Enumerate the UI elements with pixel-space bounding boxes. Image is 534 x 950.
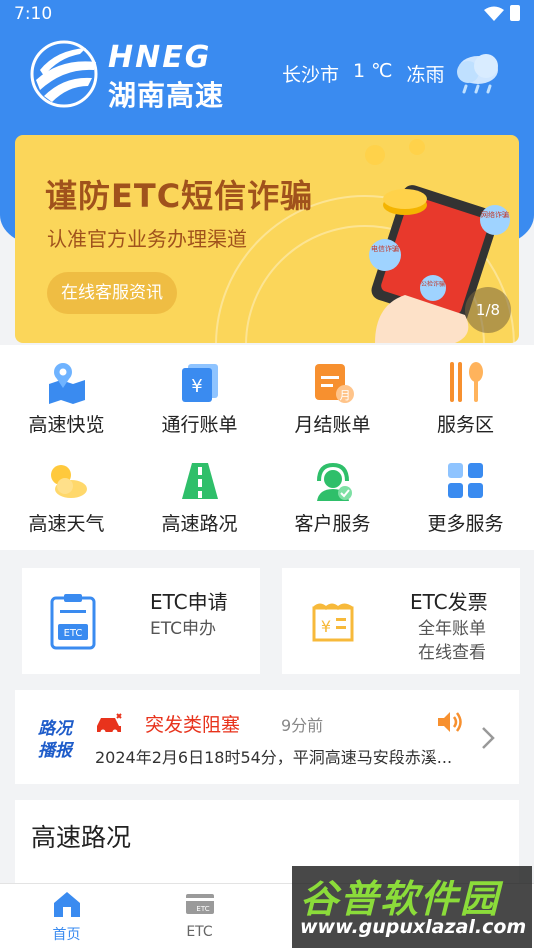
service-toll-bill[interactable]: ¥ 通行账单 (133, 350, 266, 440)
sleet-cloud-icon (457, 54, 498, 94)
chevron-right-icon[interactable] (481, 726, 495, 750)
service-label: 高速天气 (28, 513, 105, 535)
road-report-badge-line1: 路况 (38, 719, 75, 739)
tab-etc[interactable]: ETC ETC (133, 884, 266, 950)
art-label-telecom: 电信诈骗 (371, 244, 399, 253)
etc-invoice-card[interactable]: ¥ ETC发票 全年账单 在线查看 (282, 568, 520, 674)
section-title: 高速路况 (31, 823, 132, 852)
weather-city: 长沙市 (282, 64, 340, 86)
hneg-logo-icon (30, 40, 98, 108)
tab-label: 首页 (52, 927, 81, 943)
service-label: 客户服务 (294, 513, 371, 535)
monthly-bill-icon: 月 (315, 364, 354, 403)
svg-text:ETC: ETC (196, 905, 209, 913)
watermark-url: www.gupuxlazal.com (300, 916, 527, 938)
road-icon (182, 463, 218, 499)
promo-banner[interactable]: 谨防ETC短信诈骗 认准官方业务办理渠道 在线客服资讯 电信诈骗 网络诈骗 公检… (15, 135, 519, 343)
weather-info[interactable]: 长沙市 1 ℃ 冻雨 (282, 60, 445, 87)
etc-invoice-sub-1: 全年账单 (418, 619, 486, 639)
sun-cloud-icon (51, 465, 87, 498)
incident-time-ago: 9分前 (281, 716, 324, 735)
brand-name-en: HNEG (108, 40, 212, 75)
service-service-area[interactable]: 服务区 (399, 350, 532, 440)
tab-home[interactable]: 首页 (0, 884, 133, 950)
service-road-conditions[interactable]: 高速路况 (133, 449, 266, 539)
headset-icon (317, 462, 352, 501)
service-highway-overview[interactable]: 高速快览 (0, 350, 133, 440)
banner-title: 谨防ETC短信诈骗 (45, 177, 314, 215)
road-report-badge: 路况 播报 (38, 719, 75, 760)
map-pin-icon (49, 363, 85, 404)
etc-invoice-sub-2: 在线查看 (418, 643, 486, 663)
yuan-bill-icon: ¥ (182, 364, 218, 402)
service-label: 高速快览 (28, 414, 105, 436)
etc-invoice-title: ETC发票 (410, 590, 488, 614)
etc-document-icon: ETC (50, 594, 96, 650)
incident-text: 2024年2月6日18时54分，平洞高速马安段赤溪... (95, 748, 453, 767)
weather-condition: 冻雨 (406, 64, 445, 86)
art-label-network: 网络诈骗 (481, 210, 509, 219)
incident-type: 突发类阻塞 (145, 714, 241, 736)
banner-pager: 1/8 (465, 287, 511, 333)
speaker-icon (438, 712, 462, 732)
status-bar: 7:10 (0, 0, 534, 28)
banner-cta-button[interactable]: 在线客服资讯 (47, 272, 177, 314)
art-label-police: 公检诈骗 (421, 280, 445, 288)
service-more[interactable]: 更多服务 (399, 449, 532, 539)
etc-card-icon: ETC (186, 894, 214, 914)
weather-temperature: 1 ℃ (353, 60, 393, 82)
service-highway-weather[interactable]: 高速天气 (0, 449, 133, 539)
svg-text:¥: ¥ (191, 376, 202, 397)
road-news-ticker[interactable]: 路况 播报 突发类阻塞 9分前 2024年2月6日18时54分，平洞高速马安段赤… (15, 690, 519, 784)
service-monthly-bill[interactable]: 月 月结账单 (266, 350, 399, 440)
fork-spoon-icon (450, 362, 483, 402)
service-label: 更多服务 (427, 513, 504, 535)
banner-subtitle: 认准官方业务办理渠道 (47, 227, 247, 251)
site-watermark: 谷普软件园 www.gupuxlazal.com (292, 866, 532, 948)
etc-apply-sub: ETC申办 (150, 619, 216, 639)
service-label: 服务区 (436, 414, 494, 436)
status-time: 7:10 (14, 4, 53, 24)
wifi-icon (484, 6, 504, 21)
service-customer-service[interactable]: 客户服务 (266, 449, 399, 539)
watermark-text: 谷普软件园 (300, 877, 501, 921)
car-accident-icon (97, 713, 122, 734)
battery-icon (510, 5, 520, 21)
etc-icon-text: ETC (64, 628, 83, 639)
service-label: 通行账单 (161, 414, 238, 436)
service-label: 月结账单 (294, 414, 371, 436)
svg-text:¥: ¥ (321, 617, 331, 636)
invoice-icon: ¥ (312, 603, 354, 642)
home-icon (54, 892, 80, 917)
etc-apply-title: ETC申请 (150, 590, 228, 614)
etc-apply-card[interactable]: ETC ETC申请 ETC申办 (22, 568, 260, 674)
tab-label: ETC (186, 924, 213, 940)
road-report-badge-line2: 播报 (38, 741, 75, 760)
service-grid: 高速快览 ¥ 通行账单 月 月结账单 服务区 高速天气 高速路况 客户服务 更多… (0, 345, 534, 550)
grid-icon (448, 463, 483, 498)
brand-name-cn: 湖南高速 (108, 79, 225, 112)
brand-logo: HNEG 湖南高速 (30, 40, 245, 112)
svg-text:月: 月 (340, 389, 351, 402)
service-label: 高速路况 (161, 513, 238, 535)
